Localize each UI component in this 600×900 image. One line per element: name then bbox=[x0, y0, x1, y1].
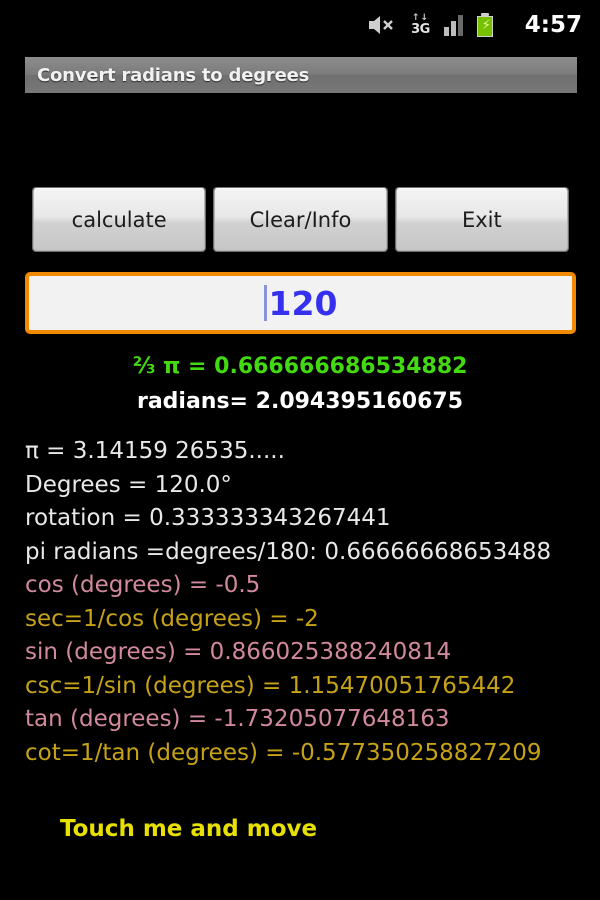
speaker-mute-icon bbox=[367, 13, 397, 37]
text-caret bbox=[263, 285, 267, 321]
button-row: calculate Clear/Info Exit bbox=[33, 188, 568, 251]
status-icon-group: ↑↓ 3G ⚡ 4:57 bbox=[367, 12, 582, 38]
status-bar: ↑↓ 3G ⚡ 4:57 bbox=[0, 0, 600, 50]
radians-result: radians= 2.094395160675 bbox=[136, 389, 464, 414]
pi-fraction-result: ⅔ π = 0.666666686534882 bbox=[132, 354, 468, 379]
calculate-button-label: calculate bbox=[71, 207, 167, 232]
status-clock: 4:57 bbox=[524, 12, 582, 38]
detail-line-sec: sec=1/cos (degrees) = -2 bbox=[25, 605, 319, 632]
page-title: Convert radians to degrees bbox=[37, 64, 310, 86]
detail-line: π = 3.14159 26535..... bbox=[25, 438, 285, 464]
calculate-button[interactable]: calculate bbox=[33, 188, 206, 251]
detail-line: Degrees = 120.0° bbox=[25, 471, 232, 498]
clear-info-button[interactable]: Clear/Info bbox=[214, 188, 387, 251]
network-3g-icon: ↑↓ 3G bbox=[411, 14, 430, 37]
clear-info-button-label: Clear/Info bbox=[249, 207, 352, 232]
detail-line-cot: cot=1/tan (degrees) = -0.577350258827209 bbox=[25, 739, 542, 766]
degrees-input-value: 120 bbox=[268, 283, 338, 323]
network-label: 3G bbox=[411, 22, 430, 37]
detail-line: rotation = 0.333333343267441 bbox=[25, 505, 391, 531]
detail-output-list: π = 3.14159 26535..... Degrees = 120.0° … bbox=[25, 435, 600, 770]
touch-hint-label[interactable]: Touch me and move bbox=[60, 816, 317, 842]
app-title-bar: Convert radians to degrees bbox=[25, 57, 577, 93]
detail-line-csc: csc=1/sin (degrees) = 1.15470051765442 bbox=[25, 672, 516, 699]
signal-bars-icon bbox=[443, 14, 463, 36]
detail-line-cos: cos (degrees) = -0.5 bbox=[25, 572, 261, 598]
detail-line-tan: tan (degrees) = -1.73205077648163 bbox=[25, 706, 450, 732]
battery-charging-icon: ⚡ bbox=[476, 13, 493, 37]
detail-line: pi radians =degrees/180: 0.6666666865348… bbox=[25, 538, 552, 565]
degrees-input[interactable]: 120 bbox=[25, 272, 576, 334]
exit-button[interactable]: Exit bbox=[395, 188, 568, 251]
exit-button-label: Exit bbox=[461, 207, 502, 232]
detail-line-sin: sin (degrees) = 0.866025388240814 bbox=[25, 639, 452, 665]
